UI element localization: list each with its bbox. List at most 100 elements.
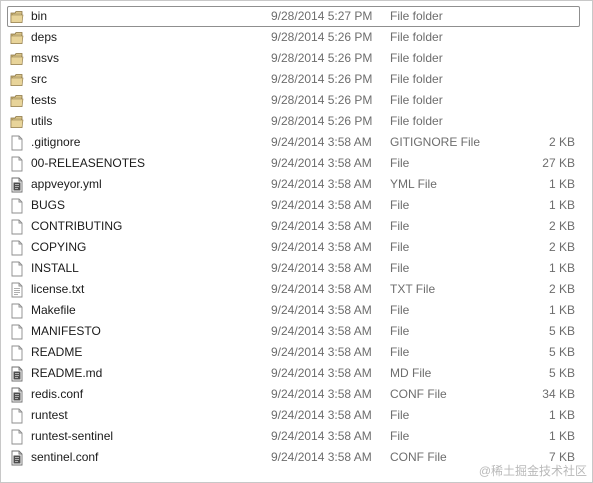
file-size: 34 KB: [542, 387, 575, 401]
file-date-modified: 9/28/2014 5:26 PM: [271, 114, 373, 128]
file-date-modified: 9/28/2014 5:26 PM: [271, 51, 373, 65]
file-row[interactable]: runtest 9/24/2014 3:58 AM File 1 KB: [1, 405, 593, 426]
file-date-modified: 9/24/2014 3:58 AM: [271, 177, 372, 191]
file-size: 1 KB: [548, 198, 575, 212]
file-icon: [10, 156, 24, 172]
file-name: COPYING: [31, 240, 87, 254]
file-icon: [10, 408, 24, 424]
file-type: File: [390, 408, 410, 422]
file-date-modified: 9/28/2014 5:27 PM: [271, 9, 373, 23]
file-type: MD File: [390, 366, 432, 380]
file-row[interactable]: README.md 9/24/2014 3:58 AM MD File 5 KB: [1, 363, 593, 384]
file-row[interactable]: redis.conf 9/24/2014 3:58 AM CONF File 34 K…: [1, 384, 593, 405]
file-row[interactable]: utils 9/28/2014 5:26 PM File folder: [1, 111, 593, 132]
file-date-modified: 9/24/2014 3:58 AM: [271, 282, 372, 296]
file-size: 27 KB: [542, 156, 575, 170]
file-type: File folder: [390, 9, 443, 23]
file-size: 1 KB: [548, 303, 575, 317]
file-name: license.txt: [31, 282, 85, 296]
file-row[interactable]: msvs 9/28/2014 5:26 PM File folder: [1, 48, 593, 69]
file-name: runtest-sentinel: [31, 429, 114, 443]
file-date-modified: 9/24/2014 3:58 AM: [271, 261, 372, 275]
file-row[interactable]: appveyor.yml 9/24/2014 3:58 AM YML File 1 K…: [1, 174, 593, 195]
file-type: File: [390, 156, 410, 170]
file-row[interactable]: CONTRIBUTING 9/24/2014 3:58 AM File 2 KB: [1, 216, 593, 237]
file-type: TXT File: [390, 282, 436, 296]
file-name: README: [31, 345, 83, 359]
file-name: deps: [31, 30, 58, 44]
file-list-pane: bin 9/28/2014 5:27 PM File folder deps 9/28/…: [0, 0, 593, 483]
config-file-icon: [10, 387, 24, 403]
file-date-modified: 9/28/2014 5:26 PM: [271, 72, 373, 86]
file-date-modified: 9/24/2014 3:58 AM: [271, 408, 372, 422]
file-row[interactable]: deps 9/28/2014 5:26 PM File folder: [1, 27, 593, 48]
file-name: .gitignore: [31, 135, 81, 149]
file-row[interactable]: COPYING 9/24/2014 3:58 AM File 2 KB: [1, 237, 593, 258]
file-row[interactable]: bin 9/28/2014 5:27 PM File folder: [7, 6, 580, 27]
file-row[interactable]: MANIFESTO 9/24/2014 3:58 AM File 5 KB: [1, 321, 593, 342]
file-type: File: [390, 219, 410, 233]
file-name: bin: [31, 9, 48, 23]
file-type: File: [390, 240, 410, 254]
file-type: File: [390, 345, 410, 359]
file-name: appveyor.yml: [31, 177, 102, 191]
file-type: File folder: [390, 114, 443, 128]
file-name: README.md: [31, 366, 103, 380]
file-date-modified: 9/24/2014 3:58 AM: [271, 156, 372, 170]
file-row[interactable]: license.txt 9/24/2014 3:58 AM TXT File 2 KB: [1, 279, 593, 300]
file-row[interactable]: runtest-sentinel 9/24/2014 3:58 AM File 1 K…: [1, 426, 593, 447]
file-type: YML File: [390, 177, 437, 191]
file-row[interactable]: src 9/28/2014 5:26 PM File folder: [1, 69, 593, 90]
file-row[interactable]: INSTALL 9/24/2014 3:58 AM File 1 KB: [1, 258, 593, 279]
file-size: 2 KB: [548, 282, 575, 296]
file-size: 2 KB: [548, 240, 575, 254]
file-size: 1 KB: [548, 261, 575, 275]
file-type: File: [390, 429, 410, 443]
file-icon: [10, 135, 24, 151]
config-file-icon: [10, 450, 24, 466]
file-date-modified: 9/24/2014 3:58 AM: [271, 219, 372, 233]
file-name: CONTRIBUTING: [31, 219, 123, 233]
file-name: src: [31, 72, 47, 86]
file-size: 1 KB: [548, 408, 575, 422]
file-size: 5 KB: [548, 345, 575, 359]
file-name: msvs: [31, 51, 59, 65]
folder-icon: [10, 51, 24, 67]
config-file-icon: [10, 366, 24, 382]
file-date-modified: 9/24/2014 3:58 AM: [271, 429, 372, 443]
file-date-modified: 9/24/2014 3:58 AM: [271, 303, 372, 317]
file-name: redis.conf: [31, 387, 84, 401]
file-name: sentinel.conf: [31, 450, 99, 464]
file-size: 5 KB: [548, 366, 575, 380]
file-name: Makefile: [31, 303, 76, 317]
file-row[interactable]: 00-RELEASENOTES 9/24/2014 3:58 AM File 27 K…: [1, 153, 593, 174]
file-type: File: [390, 303, 410, 317]
file-row[interactable]: BUGS 9/24/2014 3:58 AM File 1 KB: [1, 195, 593, 216]
file-name: MANIFESTO: [31, 324, 101, 338]
file-date-modified: 9/24/2014 3:58 AM: [271, 387, 372, 401]
file-row[interactable]: tests 9/28/2014 5:26 PM File folder: [1, 90, 593, 111]
folder-icon: [10, 9, 24, 25]
file-date-modified: 9/24/2014 3:58 AM: [271, 198, 372, 212]
file-icon: [10, 240, 24, 256]
file-type: File: [390, 324, 410, 338]
file-row[interactable]: Makefile 9/24/2014 3:58 AM File 1 KB: [1, 300, 593, 321]
folder-icon: [10, 72, 24, 88]
file-list[interactable]: bin 9/28/2014 5:27 PM File folder deps 9/28/…: [1, 6, 593, 468]
file-size: 5 KB: [548, 324, 575, 338]
watermark: @稀土掘金技术社区: [478, 464, 587, 478]
file-row[interactable]: .gitignore 9/24/2014 3:58 AM GITIGNORE Fil…: [1, 132, 593, 153]
folder-icon: [10, 114, 24, 130]
file-name: BUGS: [31, 198, 66, 212]
file-date-modified: 9/24/2014 3:58 AM: [271, 345, 372, 359]
file-type: GITIGNORE File: [390, 135, 481, 149]
file-size: 1 KB: [548, 177, 575, 191]
file-type: File folder: [390, 30, 443, 44]
file-type: CONF File: [390, 450, 447, 464]
file-icon: [10, 429, 24, 445]
file-icon: [10, 324, 24, 340]
file-date-modified: 9/24/2014 3:58 AM: [271, 135, 372, 149]
file-row[interactable]: README 9/24/2014 3:58 AM File 5 KB: [1, 342, 593, 363]
file-date-modified: 9/28/2014 5:26 PM: [271, 93, 373, 107]
file-type: File: [390, 198, 410, 212]
